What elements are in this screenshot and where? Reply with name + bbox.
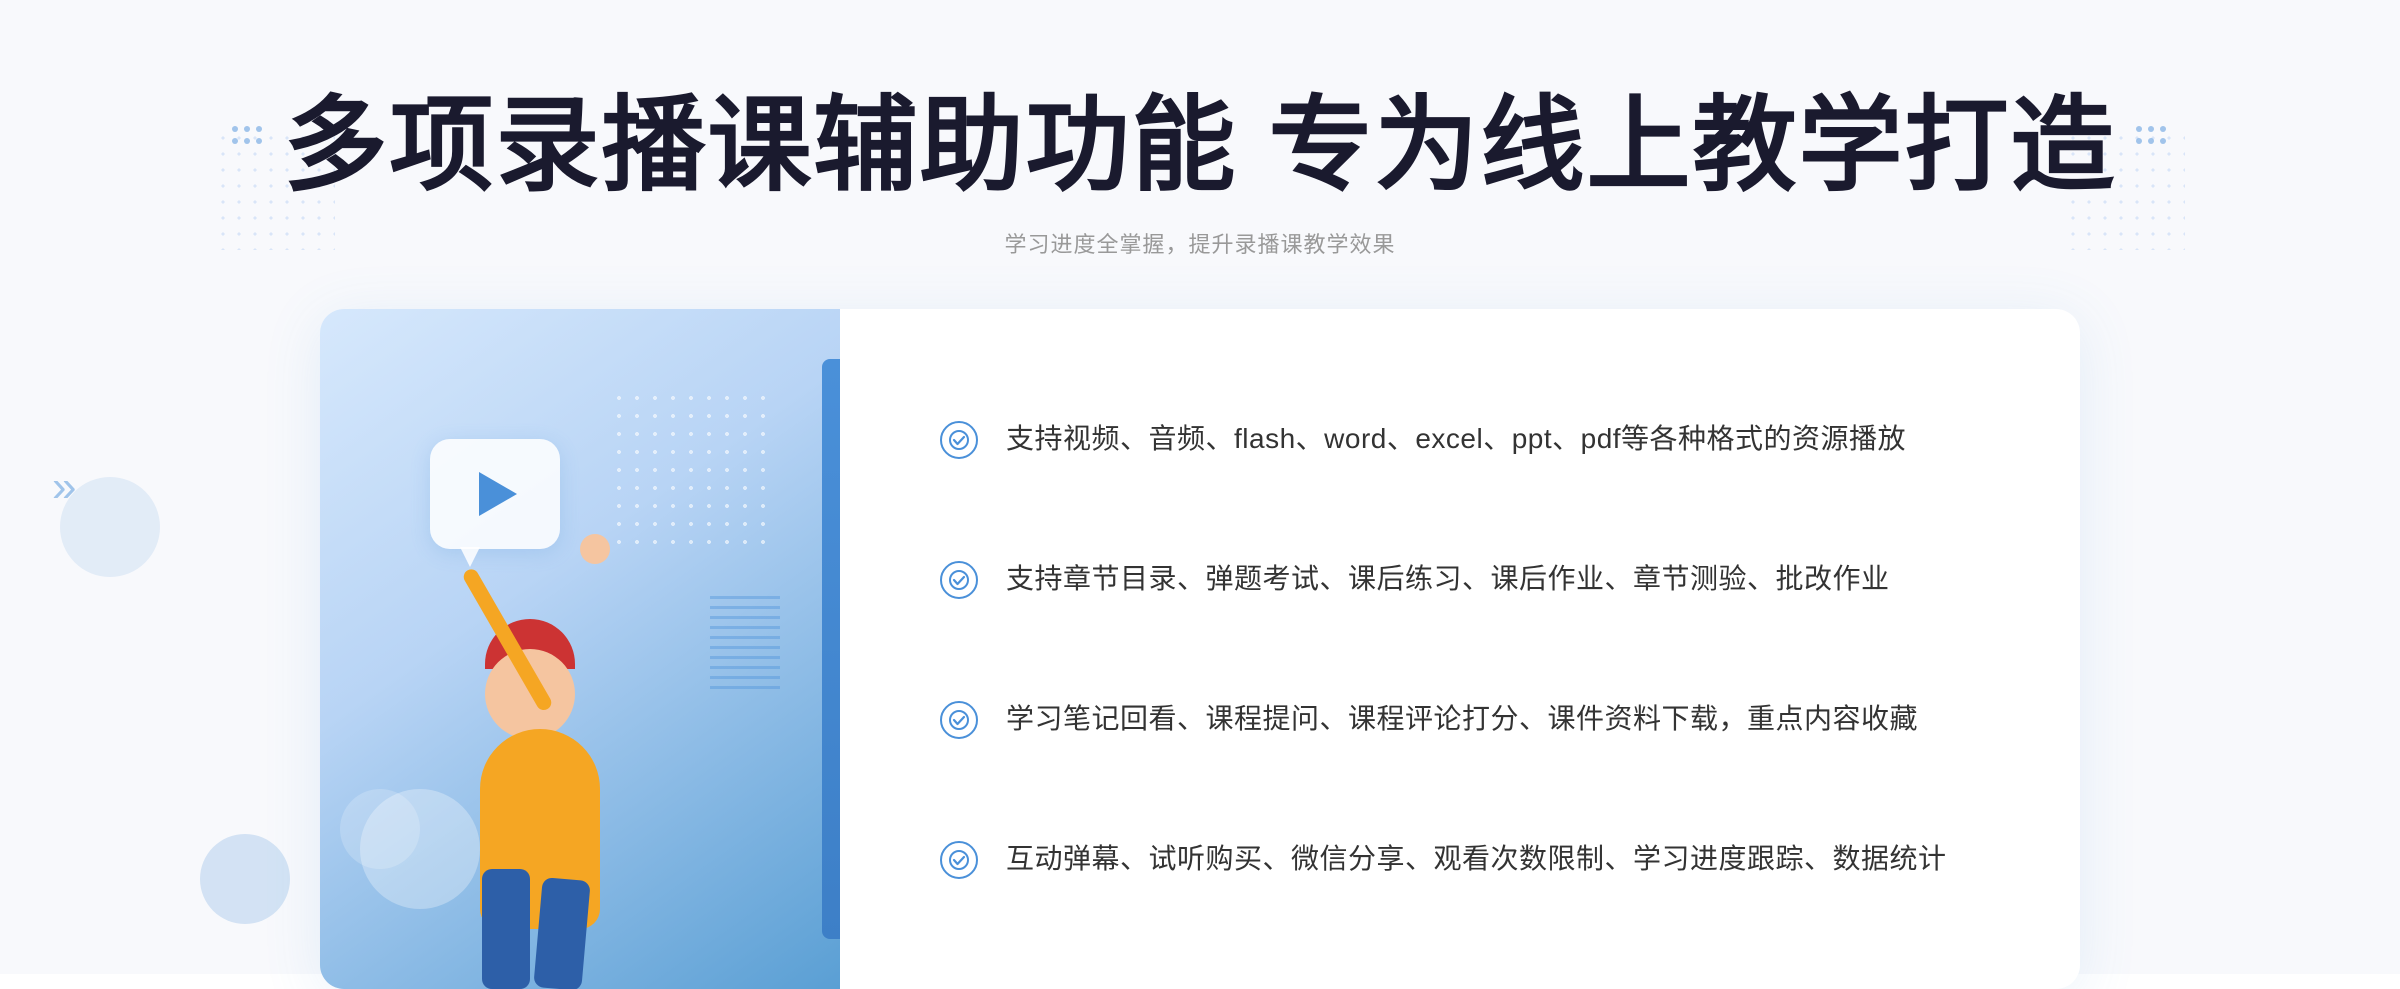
feature-text-2: 支持章节目录、弹题考试、课后练习、课后作业、章节测验、批改作业 bbox=[1006, 557, 1890, 602]
deco-circle-small bbox=[340, 789, 420, 869]
feature-text-1: 支持视频、音频、flash、word、excel、ppt、pdf等各种格式的资源… bbox=[1006, 417, 1906, 462]
page-subtitle: 学习进度全掌握，提升录播课教学效果 bbox=[232, 227, 2169, 259]
check-icon-1 bbox=[940, 421, 978, 459]
blue-accent-bar bbox=[822, 359, 840, 939]
page-deco-circle bbox=[200, 834, 290, 924]
deco-dots-left bbox=[232, 126, 264, 146]
header-section: 多项录播课辅助功能 专为线上教学打造 学习进度全掌握，提升录播课教学效果 bbox=[232, 60, 2169, 259]
page-title: 多项录播课辅助功能 专为线上教学打造 bbox=[284, 60, 2117, 211]
check-icon-4 bbox=[940, 841, 978, 879]
feature-text-4: 互动弹幕、试听购买、微信分享、观看次数限制、学习进度跟踪、数据统计 bbox=[1006, 837, 1947, 882]
feature-item-1: 支持视频、音频、flash、word、excel、ppt、pdf等各种格式的资源… bbox=[940, 397, 2000, 482]
figure-leg-right bbox=[533, 877, 590, 989]
deco-dots-right bbox=[2136, 126, 2168, 146]
feature-text-3: 学习笔记回看、课程提问、课程评论打分、课件资料下载，重点内容收藏 bbox=[1006, 697, 1918, 742]
check-icon-3 bbox=[940, 701, 978, 739]
striped-decoration bbox=[710, 589, 780, 689]
content-area: 支持视频、音频、flash、word、excel、ppt、pdf等各种格式的资源… bbox=[840, 309, 2080, 989]
feature-item-4: 互动弹幕、试听购买、微信分享、观看次数限制、学习进度跟踪、数据统计 bbox=[940, 817, 2000, 902]
header-title-wrapper: 多项录播课辅助功能 专为线上教学打造 bbox=[232, 60, 2169, 211]
illustration-area bbox=[320, 309, 840, 989]
page-container: 多项录播课辅助功能 专为线上教学打造 学习进度全掌握，提升录播课教学效果 bbox=[0, 0, 2400, 974]
figure-leg-left bbox=[482, 869, 530, 989]
figure-hand bbox=[580, 534, 610, 564]
feature-item-3: 学习笔记回看、课程提问、课程评论打分、课件资料下载，重点内容收藏 bbox=[940, 677, 2000, 762]
main-card: 支持视频、音频、flash、word、excel、ppt、pdf等各种格式的资源… bbox=[320, 309, 2080, 989]
person-illustration bbox=[400, 429, 720, 989]
check-icon-2 bbox=[940, 561, 978, 599]
feature-item-2: 支持章节目录、弹题考试、课后练习、课后作业、章节测验、批改作业 bbox=[940, 537, 2000, 622]
outer-chevron-icon: » bbox=[52, 462, 76, 512]
